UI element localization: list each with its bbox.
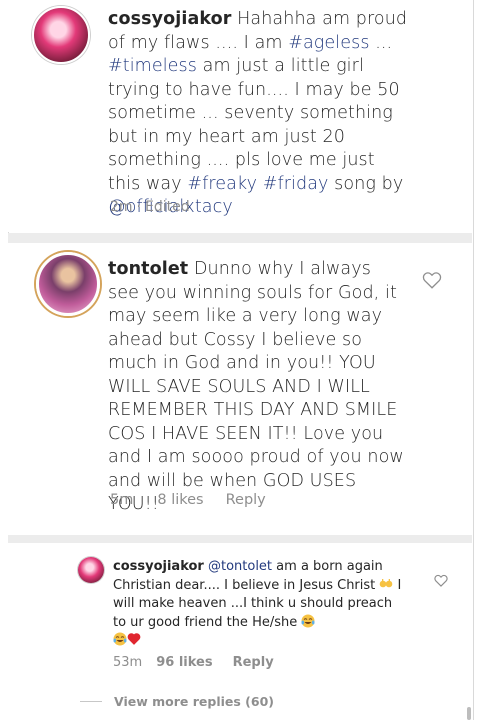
red-heart-icon (127, 632, 141, 646)
avatar[interactable] (78, 557, 104, 583)
view-more-label[interactable]: View more replies (60) (114, 694, 274, 709)
reply-button[interactable]: Reply (226, 492, 266, 508)
likes-count[interactable]: 8 likes (157, 492, 203, 508)
like-heart-icon[interactable] (422, 271, 442, 289)
comment-meta: 5m 8 likes Reply (110, 492, 288, 508)
avatar[interactable] (36, 252, 100, 316)
comment-text: tontolet Dunno why I always see you winn… (108, 259, 404, 514)
hashtag-friday[interactable]: #friday (263, 174, 329, 194)
view-more-replies[interactable]: View more replies (60) (80, 694, 274, 709)
scrollbar[interactable] (467, 707, 471, 720)
hashtag-ageless[interactable]: #ageless (288, 33, 369, 53)
username[interactable]: tontolet (108, 259, 188, 279)
tears-of-joy-icon (301, 614, 315, 628)
hashtag-timeless[interactable]: #timeless (108, 56, 197, 76)
likes-count[interactable]: 96 likes (156, 655, 212, 670)
tears-of-joy-icon (113, 632, 127, 646)
meta-dot: · (136, 199, 141, 215)
comment-text: cossyojiakor Hahahha am proud of my flaw… (108, 9, 408, 217)
divider (8, 233, 472, 243)
like-heart-icon[interactable] (434, 572, 448, 587)
comment-time: 5m (110, 492, 134, 508)
reply-text: cossyojiakor @tontolet am a born again C… (113, 558, 405, 651)
edited-label: Edited (145, 199, 190, 215)
mention-link[interactable]: @tontolet (208, 559, 272, 574)
avatar[interactable] (32, 6, 90, 64)
comment-meta: 2m · Edited (110, 199, 212, 215)
reply-button[interactable]: Reply (233, 655, 274, 670)
divider (8, 535, 472, 543)
username[interactable]: cossyojiakor (113, 559, 204, 574)
username[interactable]: cossyojiakor (108, 9, 232, 29)
view-more-line (80, 701, 102, 702)
raised-hands-icon (379, 577, 393, 591)
reply-meta: 53m 96 likes Reply (113, 655, 296, 670)
hashtag-freaky[interactable]: #freaky (187, 174, 257, 194)
comment-time: 2m (110, 199, 133, 215)
reply-time: 53m (113, 655, 143, 670)
